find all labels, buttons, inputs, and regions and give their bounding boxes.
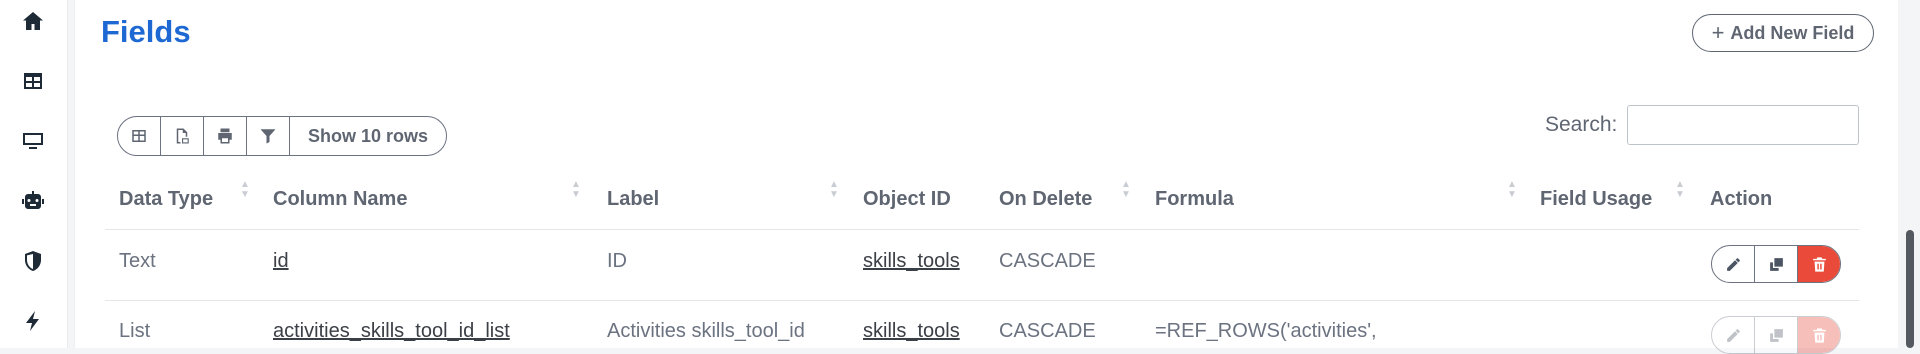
pencil-icon — [1726, 328, 1740, 342]
print-button[interactable] — [204, 117, 247, 155]
cell-column-name-link[interactable]: activities_skills_tool_id_list — [273, 320, 510, 343]
filter-button[interactable] — [247, 117, 290, 155]
cell-object-id-link[interactable]: skills_tools — [863, 320, 960, 343]
page-title: Fields — [101, 14, 191, 49]
filter-icon — [260, 129, 276, 144]
cell-on-delete: CASCADE — [999, 320, 1096, 342]
cell-formula: =REF_ROWS('activities', — [1155, 320, 1377, 342]
column-visibility-button[interactable] — [118, 117, 161, 155]
column-header-action: Action — [1710, 188, 1773, 210]
show-rows-button[interactable]: Show 10 rows — [290, 117, 446, 155]
fields-card: Fields + Add New Field Show 10 rows Sear… — [74, 0, 1898, 354]
vertical-scrollbar[interactable] — [1906, 230, 1914, 348]
row-actions — [1711, 316, 1841, 354]
monitor-icon[interactable] — [20, 128, 46, 154]
cell-data-type: List — [119, 320, 151, 342]
column-header-data-type[interactable]: Data Type — [119, 188, 213, 211]
export-csv-button[interactable] — [161, 117, 204, 155]
search-label: Search: — [1545, 113, 1618, 136]
cell-label: ID — [607, 250, 627, 272]
add-new-field-button[interactable]: + Add New Field — [1692, 14, 1874, 52]
duplicate-button[interactable] — [1755, 246, 1798, 282]
edit-button[interactable] — [1712, 246, 1755, 282]
print-icon — [218, 128, 232, 144]
sort-icon: ▲ ▼ — [1121, 179, 1131, 200]
row-actions — [1711, 245, 1841, 283]
sort-icon: ▲ ▼ — [240, 179, 250, 200]
cell-object-id-link[interactable]: skills_tools — [863, 250, 960, 273]
trash-icon — [1812, 327, 1826, 343]
columns-icon — [132, 130, 146, 142]
column-header-on-delete[interactable]: On Delete — [999, 188, 1092, 211]
column-header-field-usage[interactable]: Field Usage — [1540, 188, 1652, 211]
sort-icon: ▲ ▼ — [1675, 179, 1685, 200]
copy-icon — [1769, 257, 1783, 271]
sort-icon: ▲ ▼ — [1507, 179, 1517, 200]
plus-icon: + — [1711, 20, 1725, 45]
delete-button[interactable] — [1798, 246, 1840, 282]
cell-column-name-link[interactable]: id — [273, 250, 289, 273]
search-input[interactable] — [1627, 105, 1859, 145]
home-icon[interactable] — [20, 8, 46, 34]
table-icon[interactable] — [20, 68, 46, 94]
add-new-field-label: Add New Field — [1730, 22, 1855, 43]
column-header-label[interactable]: Label — [607, 188, 659, 211]
sort-icon: ▲ ▼ — [571, 179, 581, 200]
column-header-column-name[interactable]: Column Name — [273, 188, 407, 211]
copy-icon — [1769, 328, 1783, 342]
bolt-icon[interactable] — [20, 308, 46, 334]
header-divider — [105, 229, 1859, 230]
robot-icon[interactable] — [20, 188, 46, 214]
column-header-formula[interactable]: Formula — [1155, 188, 1234, 211]
table-toolbar: Show 10 rows — [117, 116, 448, 156]
column-header-object-id[interactable]: Object ID — [863, 188, 951, 211]
cell-data-type: Text — [119, 250, 156, 272]
cell-label: Activities skills_tool_id — [607, 320, 805, 342]
trash-icon — [1812, 256, 1826, 272]
cell-on-delete: CASCADE — [999, 250, 1096, 272]
shield-icon[interactable] — [20, 248, 46, 274]
pencil-icon — [1726, 257, 1740, 271]
row-divider — [105, 300, 1859, 301]
sort-icon: ▲ ▼ — [829, 179, 839, 200]
csv-icon — [176, 128, 189, 144]
sidebar — [0, 0, 68, 348]
